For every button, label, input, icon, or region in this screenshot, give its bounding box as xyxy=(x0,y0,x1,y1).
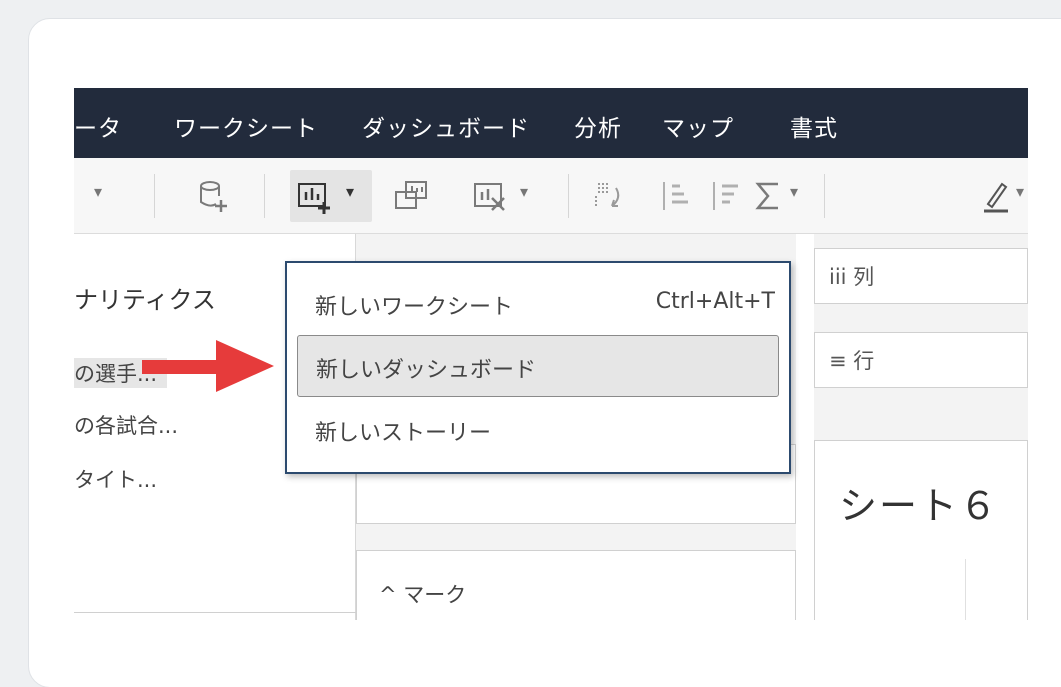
toolbar-separator xyxy=(264,174,265,218)
menu-format[interactable]: 書式 xyxy=(790,109,838,143)
menu-item-shortcut: Ctrl+Alt+T xyxy=(655,289,775,314)
clear-caret-icon[interactable]: ▾ xyxy=(520,182,528,201)
columns-shelf[interactable]: iii 列 xyxy=(814,248,1028,304)
duplicate-icon[interactable] xyxy=(392,178,432,214)
list-item[interactable]: タイト... xyxy=(74,464,157,494)
highlight-icon[interactable] xyxy=(978,178,1018,214)
menu-item-label: 新しいダッシュボード xyxy=(316,358,537,383)
menu-item-label: 新しいストーリー xyxy=(315,421,492,446)
menu-item-label: 新しいワークシート xyxy=(315,295,514,320)
sheet-canvas[interactable]: シート６ xyxy=(814,440,1028,620)
sum-caret-icon[interactable]: ▾ xyxy=(790,182,798,201)
columns-shelf-label: iii 列 xyxy=(829,265,875,289)
sort-ascending-icon[interactable] xyxy=(656,178,696,214)
new-worksheet-icon[interactable] xyxy=(296,178,336,214)
menu-analysis[interactable]: 分析 xyxy=(574,109,622,143)
menu-item-new-story[interactable]: 新しいストーリー xyxy=(297,399,779,459)
new-sheet-caret-icon[interactable]: ▾ xyxy=(346,182,354,201)
sheet-gridline xyxy=(965,559,966,620)
dropdown-caret-icon[interactable]: ▾ xyxy=(94,182,102,201)
sort-descending-icon[interactable] xyxy=(706,178,746,214)
list-item[interactable]: の各試合... xyxy=(74,410,178,440)
swap-icon[interactable] xyxy=(590,178,630,214)
analytics-tab[interactable]: ナリティクス xyxy=(74,280,216,315)
menu-worksheet[interactable]: ワークシート xyxy=(174,109,318,143)
toolbar: ▾ ▾ ▾ ▾ ▾ xyxy=(74,158,1028,234)
view-pane: iii 列 ≡ 行 シート６ xyxy=(814,234,1028,620)
new-datasource-icon[interactable] xyxy=(194,178,234,214)
rows-shelf-label: ≡ 行 xyxy=(829,349,875,373)
toolbar-separator xyxy=(824,174,825,218)
menu-item-new-worksheet[interactable]: 新しいワークシート Ctrl+Alt+T xyxy=(297,273,779,333)
pane-divider xyxy=(74,612,356,613)
marks-card-title[interactable]: ^ マーク xyxy=(379,579,466,609)
menu-item-new-dashboard[interactable]: 新しいダッシュボード xyxy=(297,335,779,397)
menu-map[interactable]: マップ xyxy=(662,109,734,143)
sheet-title: シート６ xyxy=(839,484,1000,528)
red-arrow-icon xyxy=(142,340,274,392)
clear-sheet-icon[interactable] xyxy=(472,178,512,214)
toolbar-separator xyxy=(568,174,569,218)
menu-bar: ータ ワークシート ダッシュボード 分析 マップ 書式 xyxy=(74,88,1028,158)
menu-data[interactable]: ータ xyxy=(74,109,122,143)
new-sheet-dropdown: 新しいワークシート Ctrl+Alt+T 新しいダッシュボード 新しいストーリー xyxy=(285,261,791,474)
toolbar-separator xyxy=(154,174,155,218)
marks-card: ^ マーク xyxy=(356,550,796,620)
highlight-caret-icon[interactable]: ▾ xyxy=(1016,182,1024,201)
rows-shelf[interactable]: ≡ 行 xyxy=(814,332,1028,388)
menu-dashboard[interactable]: ダッシュボード xyxy=(362,109,530,143)
sum-icon[interactable] xyxy=(750,178,790,214)
